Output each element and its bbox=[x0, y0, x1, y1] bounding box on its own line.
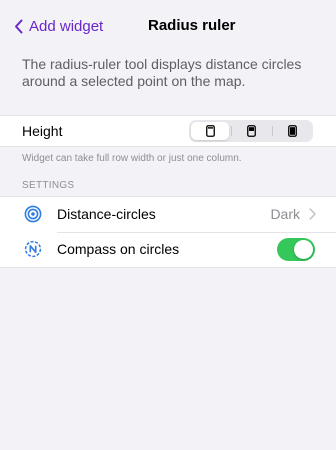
chevron-right-icon bbox=[309, 208, 316, 220]
compass-on-circles-toggle[interactable] bbox=[277, 238, 315, 261]
toggle-knob bbox=[294, 240, 313, 259]
distance-circles-value: Dark bbox=[270, 206, 300, 222]
distance-circles-icon bbox=[24, 205, 42, 223]
compass-icon bbox=[24, 240, 42, 258]
large-widget-icon bbox=[287, 125, 297, 137]
height-option-small[interactable] bbox=[191, 122, 229, 140]
distance-circles-label: Distance-circles bbox=[57, 206, 156, 222]
settings-section-title: SETTINGS bbox=[22, 180, 75, 191]
page-title: Radius ruler bbox=[148, 17, 236, 34]
chevron-left-icon bbox=[15, 19, 23, 33]
compass-on-circles-label: Compass on circles bbox=[57, 241, 180, 257]
navigation-bar: Add widget Radius ruler bbox=[0, 0, 336, 52]
back-button-label[interactable]: Add widget bbox=[29, 18, 103, 35]
medium-widget-icon bbox=[246, 125, 256, 137]
description-text: The radius-ruler tool displays distance … bbox=[22, 56, 302, 89]
height-row: Height bbox=[0, 115, 336, 147]
height-option-large[interactable] bbox=[273, 122, 311, 140]
small-widget-icon bbox=[205, 125, 215, 137]
height-label: Height bbox=[22, 123, 63, 139]
settings-group: Distance-circles Dark Compass on circles bbox=[0, 196, 336, 268]
distance-circles-row[interactable]: Distance-circles Dark bbox=[0, 197, 336, 233]
height-hint: Widget can take full row width or just o… bbox=[22, 153, 242, 164]
compass-on-circles-row: Compass on circles bbox=[0, 232, 336, 267]
back-button[interactable]: Add widget bbox=[14, 16, 103, 36]
height-segmented-control bbox=[189, 120, 313, 142]
height-option-medium[interactable] bbox=[232, 122, 270, 140]
